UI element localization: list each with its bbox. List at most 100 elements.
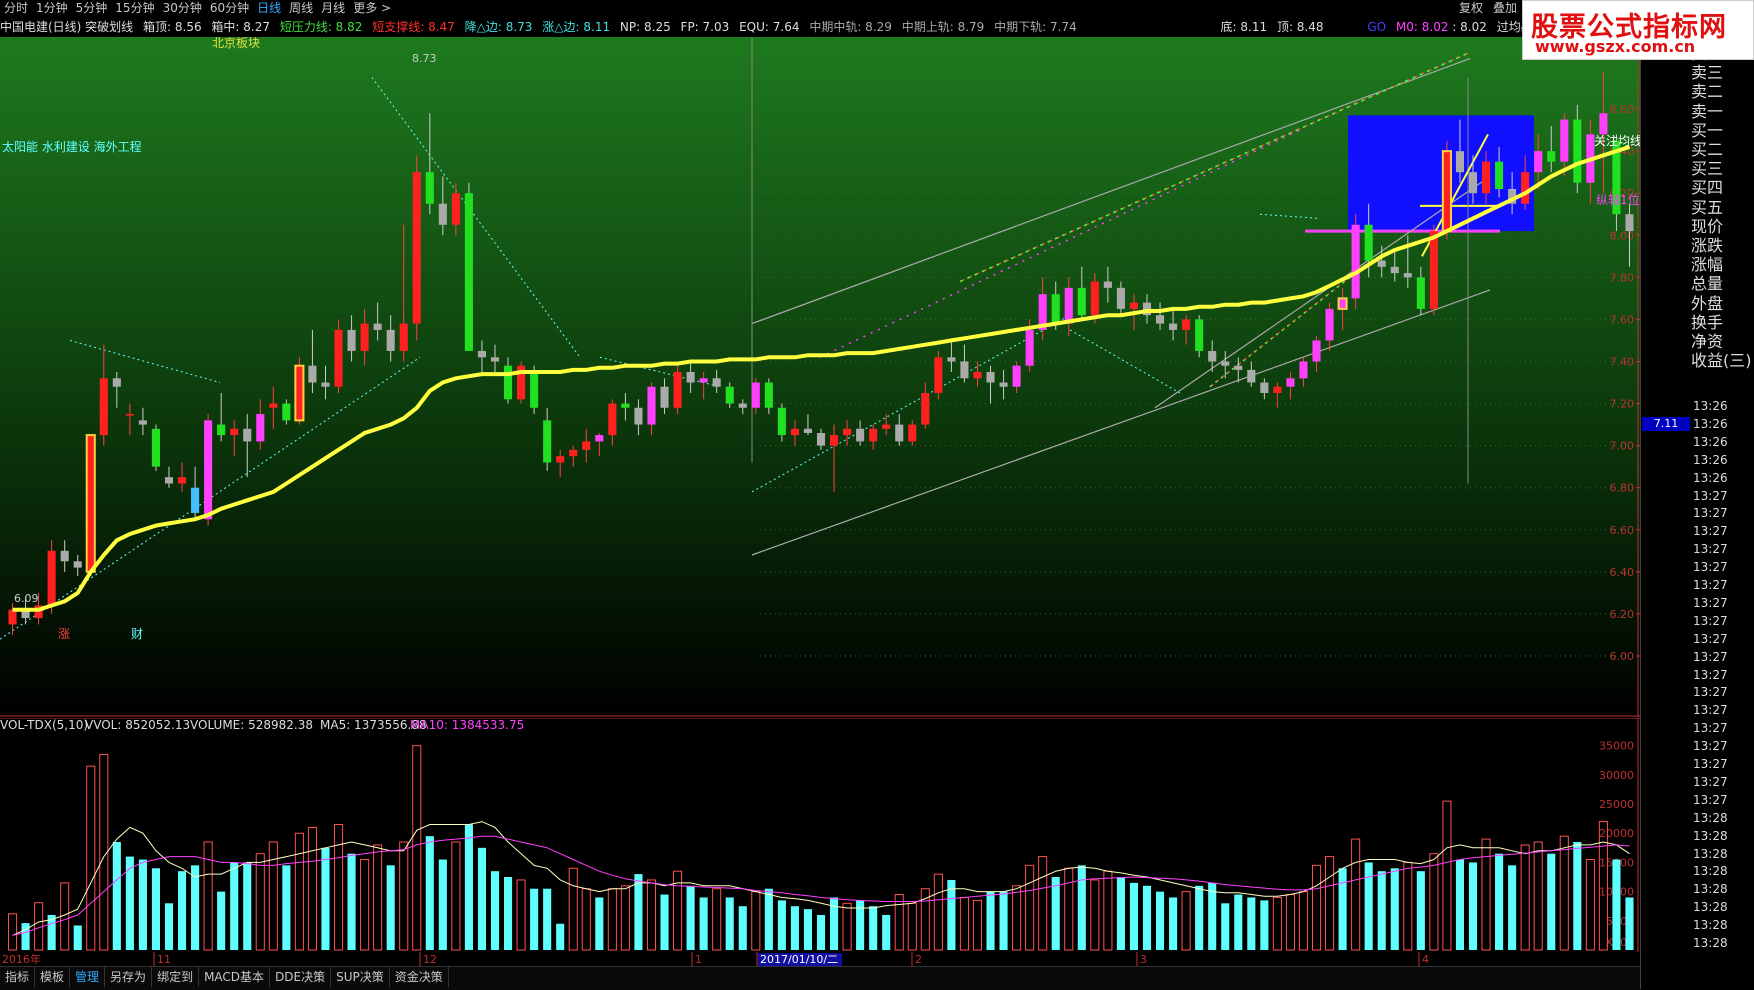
volume-bar bbox=[503, 877, 513, 950]
date-label: 2016年 bbox=[2, 952, 41, 966]
rise-edge-value: 涨△边: 8.11 bbox=[542, 20, 611, 34]
fp-value: FP: 7.03 bbox=[680, 20, 730, 34]
volume-bar bbox=[1377, 871, 1386, 950]
volume-bar bbox=[816, 914, 826, 950]
tick-time: 13:27 bbox=[1693, 774, 1728, 789]
quote-field-label: 涨幅 bbox=[1691, 255, 1724, 275]
bottom-tab[interactable]: 资金决策 bbox=[390, 967, 449, 987]
quote-field-label: 卖三 bbox=[1691, 63, 1724, 83]
candle bbox=[412, 155, 421, 341]
price-tick-label: 7.40 bbox=[1610, 355, 1635, 368]
volume-bar bbox=[1260, 900, 1269, 950]
volume-bar bbox=[1573, 842, 1582, 950]
concept-label: 太阳能 水利建设 海外工程 bbox=[2, 139, 142, 154]
tick-time: 13:27 bbox=[1693, 595, 1728, 610]
support-line-value: 短支撑线: 8.47 bbox=[372, 20, 455, 34]
tick-time: 13:28 bbox=[1693, 882, 1728, 897]
period-tab[interactable]: 30分钟 bbox=[159, 0, 206, 17]
vol-indicator-name[interactable]: VOL-TDX(5,10) bbox=[0, 718, 88, 732]
candle bbox=[673, 365, 682, 415]
quote-field-label: 净资 bbox=[1691, 332, 1724, 351]
volume-bar bbox=[21, 923, 30, 950]
quote-field-label: 涨跌 bbox=[1691, 236, 1724, 255]
price-tick-label: 7.80 bbox=[1610, 271, 1635, 284]
volume-bar bbox=[282, 865, 291, 950]
tick-time: 13:28 bbox=[1693, 900, 1728, 915]
quote-field-label: 现价 bbox=[1691, 216, 1724, 236]
volume-bar bbox=[438, 859, 447, 950]
period-tab[interactable]: 周线 bbox=[285, 0, 317, 17]
bottom-tab[interactable]: 模板 bbox=[35, 967, 71, 987]
volume-bar bbox=[803, 909, 813, 950]
top-right-button[interactable]: 复权 bbox=[1454, 0, 1488, 17]
candle bbox=[934, 350, 943, 400]
period-tab[interactable]: 日线 bbox=[253, 0, 285, 17]
price-tick-label: 7.60 bbox=[1610, 313, 1635, 326]
period-tab[interactable]: 更多 > bbox=[349, 0, 395, 17]
period-tab[interactable]: 60分钟 bbox=[206, 0, 253, 17]
site-logo: 股票公式指标网 www.gszx.com.cn bbox=[1522, 0, 1754, 60]
bottom-tab[interactable]: DDE决策 bbox=[270, 967, 332, 987]
price-tick-label: 8.00 bbox=[1610, 229, 1635, 242]
bottom-tab[interactable]: 管理 bbox=[70, 967, 106, 987]
indicator-info-bar: 中国电建(日线) 突破划线 箱顶: 8.56 箱中: 8.27 短压力线: 8.… bbox=[0, 18, 1640, 37]
period-tab[interactable]: 5分钟 bbox=[72, 0, 112, 17]
mid-channel-value: 中期中轨: 8.29 bbox=[809, 20, 892, 34]
volume-bar bbox=[790, 906, 799, 950]
period-tab[interactable]: 分时 bbox=[0, 0, 32, 17]
tick-time: 13:28 bbox=[1693, 828, 1728, 843]
price-tick-label: 6.80 bbox=[1610, 482, 1635, 495]
volume-chart[interactable]: 3500030000250002000015000100005000X100 V… bbox=[0, 718, 1640, 953]
event-cai-label: 财 bbox=[131, 627, 143, 641]
candle bbox=[294, 357, 305, 425]
volume-bar bbox=[1625, 897, 1634, 950]
date-label: 2 bbox=[915, 953, 922, 966]
bottom-tab[interactable]: 绑定到 bbox=[152, 967, 200, 987]
bottom-tab[interactable]: 指标 bbox=[0, 967, 36, 987]
logo-url: www.gszx.com.cn bbox=[1535, 37, 1696, 56]
volume-bar bbox=[1142, 885, 1152, 950]
lower-channel-value: 中期下轨: 7.74 bbox=[994, 20, 1077, 34]
tick-time: 13:26 bbox=[1693, 434, 1728, 449]
volume-bar bbox=[164, 903, 174, 950]
quote-field-label: 买四 bbox=[1691, 178, 1724, 198]
tick-time: 13:27 bbox=[1693, 721, 1728, 736]
bottom-tab[interactable]: 另存为 bbox=[105, 967, 153, 987]
date-label: 11 bbox=[157, 953, 171, 966]
high-mark-label: 8.73 bbox=[412, 52, 437, 65]
volume-bar bbox=[217, 891, 226, 950]
volume-bar bbox=[138, 859, 147, 950]
volume-bar bbox=[1416, 871, 1425, 950]
tick-time: 13:27 bbox=[1693, 792, 1728, 807]
volume-bar bbox=[660, 894, 669, 950]
date-label: 2017/01/10/二 bbox=[760, 953, 838, 966]
price-tick-label: 6.20 bbox=[1610, 608, 1635, 621]
quote-field-label: 换手 bbox=[1691, 312, 1724, 332]
period-tab[interactable]: 1分钟 bbox=[32, 0, 72, 17]
bottom-value: 底: 8.11 bbox=[1220, 20, 1268, 34]
volume-bar bbox=[543, 888, 552, 950]
price-tick-label: 7.20 bbox=[1610, 398, 1635, 411]
bottom-tab[interactable]: MACD基本 bbox=[199, 967, 271, 987]
volume-bar bbox=[1247, 897, 1256, 950]
vvol-value: VVOL: 852052.13 bbox=[85, 718, 190, 732]
price-tick-label: 7.00 bbox=[1610, 440, 1635, 453]
volume-bar bbox=[1612, 859, 1621, 950]
volume-tick-label: 30000 bbox=[1599, 769, 1634, 782]
period-tab[interactable]: 月线 bbox=[317, 0, 349, 17]
volume-bar bbox=[151, 868, 161, 950]
candle bbox=[334, 319, 343, 394]
tick-time: 13:27 bbox=[1693, 667, 1728, 682]
top-right-button[interactable]: 叠加 bbox=[1488, 0, 1522, 17]
tick-time: 13:27 bbox=[1693, 613, 1728, 628]
price-chart[interactable]: 8.608.408.208.007.807.607.407.207.006.80… bbox=[0, 37, 1640, 717]
tick-time: 13:26 bbox=[1693, 470, 1728, 485]
volume-bar bbox=[699, 897, 708, 950]
bottom-tab[interactable]: SUP决策 bbox=[331, 967, 390, 987]
volume-bar bbox=[464, 824, 473, 950]
period-tab[interactable]: 15分钟 bbox=[111, 0, 158, 17]
tick-time: 13:28 bbox=[1693, 810, 1728, 825]
sector-label: 北京板块 bbox=[212, 37, 260, 50]
volume-bar bbox=[425, 836, 434, 950]
volume-bar bbox=[386, 865, 395, 950]
